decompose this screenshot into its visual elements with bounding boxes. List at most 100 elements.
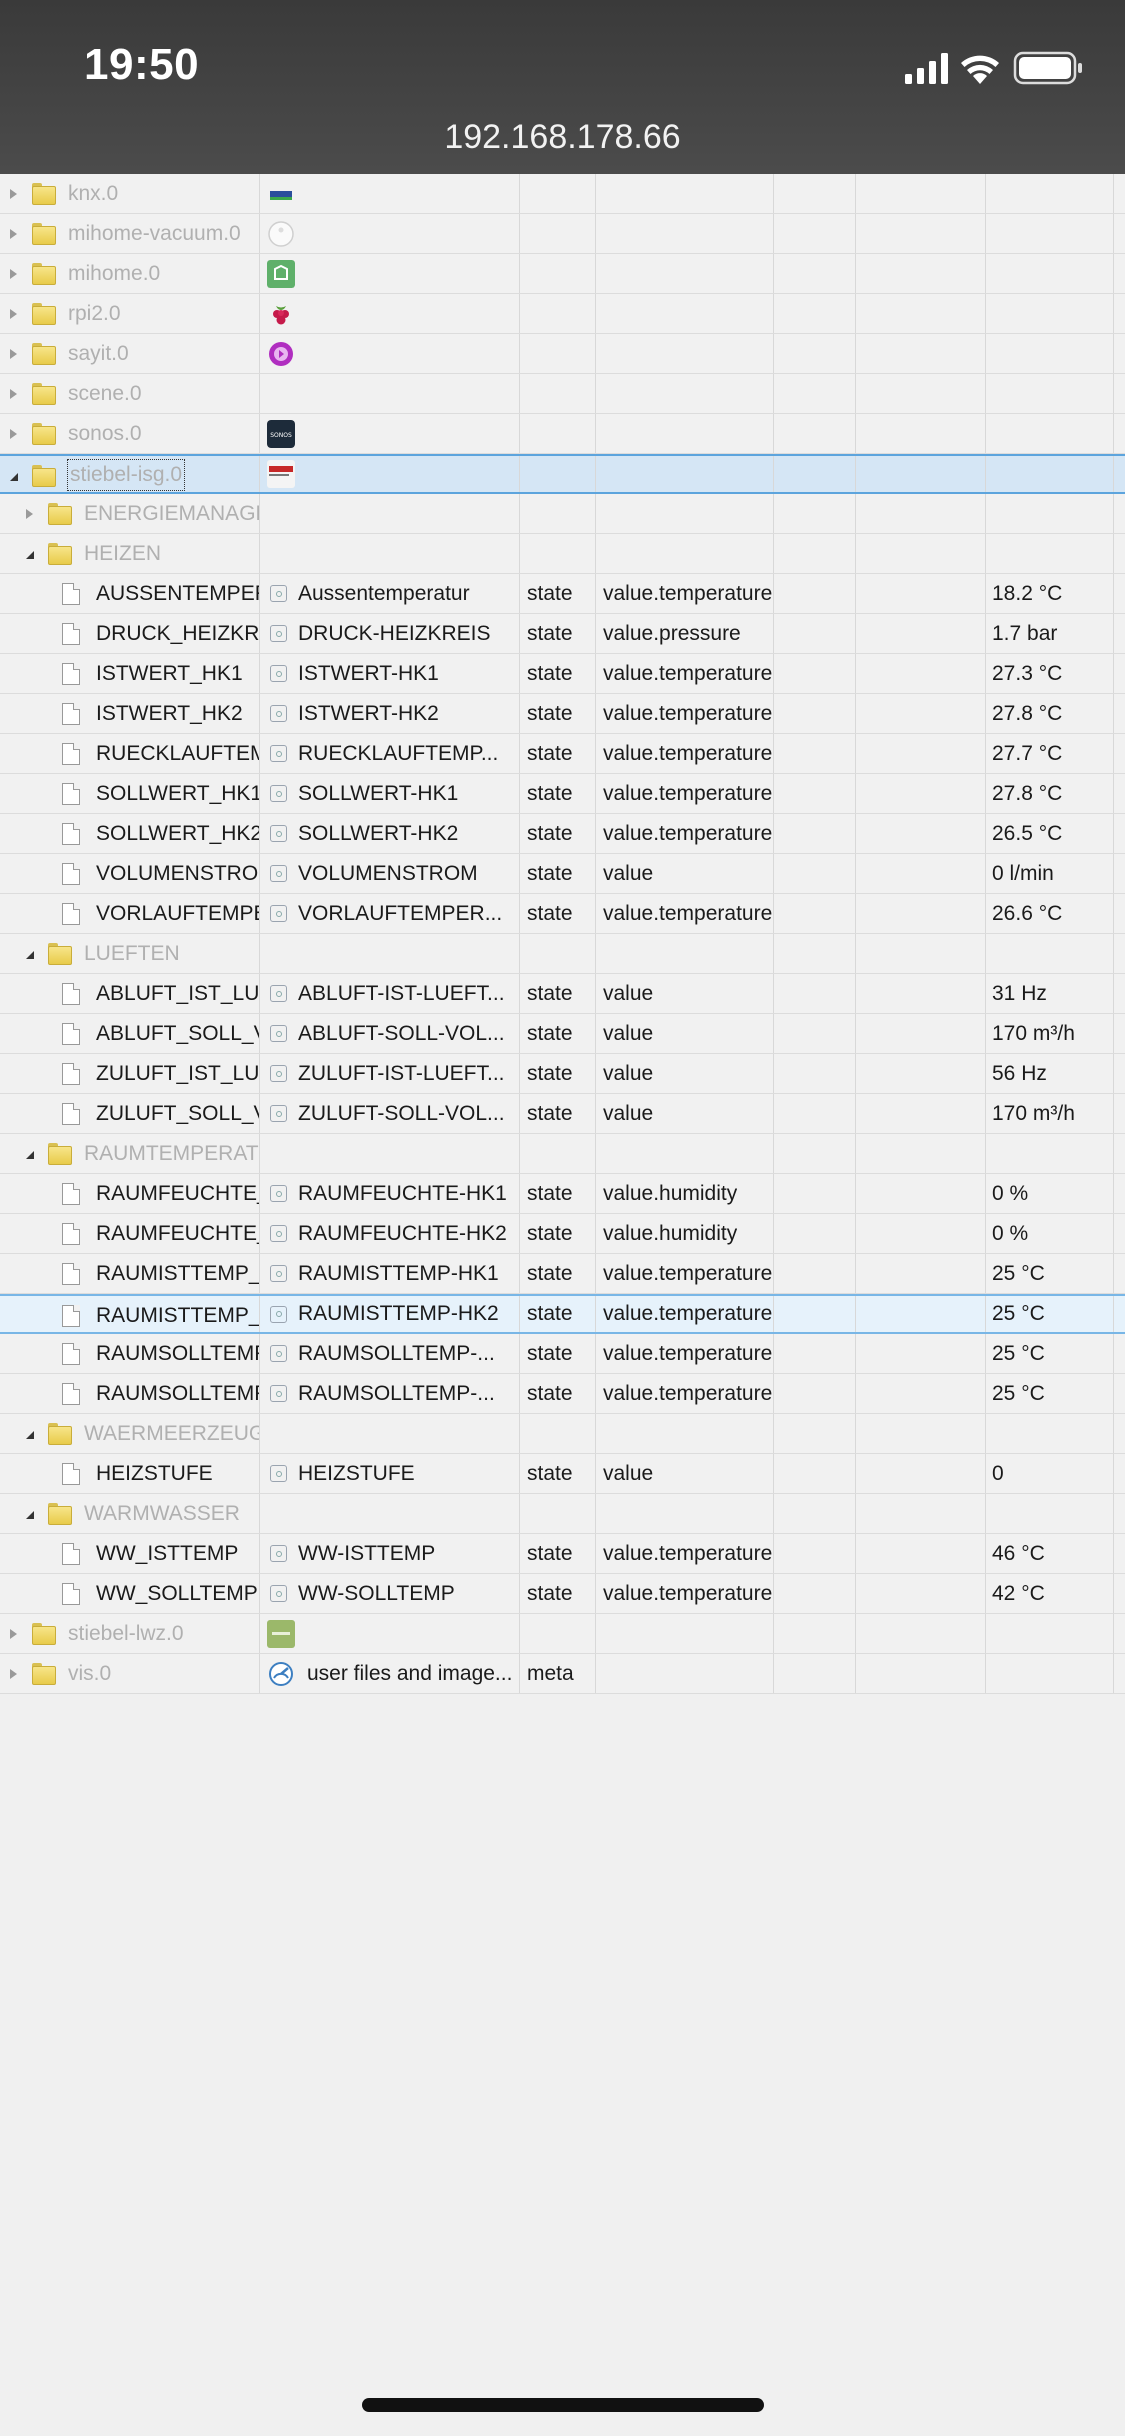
tree-folder-row[interactable]: ENERGIEMANAGEMENT — [0, 494, 1125, 534]
tree-state-row[interactable]: RAUMFEUCHTE_HK2 RAUMFEUCHTE-HK2 state value… — [0, 1214, 1125, 1254]
tree-folder-row[interactable]: stiebel-isg.0 — [0, 454, 1125, 494]
expand-toggle-icon[interactable] — [10, 429, 17, 439]
tree-state-row[interactable]: RAUMISTTEMP_HK2 RAUMISTTEMP-HK2 state value… — [0, 1294, 1125, 1334]
object-value[interactable]: 18.2 °C — [992, 582, 1062, 606]
tree-folder-row[interactable]: sonos.0 SONOS — [0, 414, 1125, 454]
object-value[interactable]: 0 — [992, 1462, 1004, 1486]
tree-state-row[interactable]: RAUMFEUCHTE_HK1 RAUMFEUCHTE-HK1 state value… — [0, 1174, 1125, 1214]
role-cell: value — [596, 1014, 774, 1053]
object-role: value.humidity — [603, 1221, 738, 1245]
expand-toggle-icon[interactable] — [10, 189, 17, 199]
tree-state-row[interactable]: DRUCK_HEIZKREIS DRUCK-HEIZKREIS state value… — [0, 614, 1125, 654]
room-cell — [774, 254, 856, 293]
folder-icon — [32, 383, 56, 405]
title-cell: RAUMISTTEMP-HK1 — [260, 1254, 520, 1293]
object-role: value.temperature — [603, 901, 773, 925]
tree-state-row[interactable]: ISTWERT_HK2 ISTWERT-HK2 state value.tempera… — [0, 694, 1125, 734]
value-cell: 170 m³/h — [986, 1094, 1114, 1133]
expand-toggle-icon[interactable] — [26, 509, 33, 519]
tree-state-row[interactable]: RUECKLAUFTEMPERATUR RUECKLAUFTEMP... state… — [0, 734, 1125, 774]
object-value[interactable]: 46 °C — [992, 1542, 1045, 1566]
object-role: value.temperature — [603, 781, 773, 805]
tree-state-row[interactable]: SOLLWERT_HK1 SOLLWERT-HK1 state value.tempe… — [0, 774, 1125, 814]
tree-state-row[interactable]: ISTWERT_HK1 ISTWERT-HK1 state value.tempera… — [0, 654, 1125, 694]
object-value[interactable]: 27.8 °C — [992, 702, 1062, 726]
expand-toggle-icon[interactable] — [10, 1629, 17, 1639]
object-role: value.temperature — [603, 1302, 773, 1325]
collapse-toggle-icon[interactable] — [26, 551, 34, 559]
tree-state-row[interactable]: RAUMSOLLTEMP_HK1 RAUMSOLLTEMP-... state val… — [0, 1334, 1125, 1374]
state-file-icon — [62, 1223, 80, 1245]
tree-folder-row[interactable]: stiebel-lwz.0 — [0, 1614, 1125, 1654]
object-value[interactable]: 42 °C — [992, 1582, 1045, 1606]
collapse-toggle-icon[interactable] — [26, 1151, 34, 1159]
tree-folder-row[interactable]: WARMWASSER — [0, 1494, 1125, 1534]
object-value[interactable]: 26.5 °C — [992, 822, 1062, 846]
tree-folder-row[interactable]: WAERMEERZEUGER — [0, 1414, 1125, 1454]
tree-state-row[interactable]: AUSSENTEMPERATUR Aussentemperatur state val… — [0, 574, 1125, 614]
object-value[interactable]: 0 l/min — [992, 862, 1054, 886]
tree-folder-row[interactable]: HEIZEN — [0, 534, 1125, 574]
tree-state-row[interactable]: RAUMSOLLTEMP_HK2 RAUMSOLLTEMP-... state val… — [0, 1374, 1125, 1414]
object-value[interactable]: 27.7 °C — [992, 742, 1062, 766]
expand-toggle-icon[interactable] — [10, 269, 17, 279]
object-value[interactable]: 27.3 °C — [992, 662, 1062, 686]
object-value[interactable]: 170 m³/h — [992, 1102, 1075, 1126]
title-cell: ZULUFT-SOLL-VOL... — [260, 1094, 520, 1133]
state-type-icon — [270, 1105, 287, 1122]
state-type-icon — [270, 825, 287, 842]
tree-state-row[interactable]: VORLAUFTEMPERATUR VORLAUFTEMPER... state va… — [0, 894, 1125, 934]
object-title: DRUCK-HEIZKREIS — [298, 621, 491, 645]
collapse-toggle-icon[interactable] — [26, 951, 34, 959]
object-value[interactable]: 26.6 °C — [992, 902, 1062, 926]
room-cell — [774, 894, 856, 933]
tree-folder-row[interactable]: vis.0 user files and image... meta — [0, 1654, 1125, 1694]
tree-folder-row[interactable]: RAUMTEMPERATUREN — [0, 1134, 1125, 1174]
tree-state-row[interactable]: ABLUFT_IST_LUEFTER ABLUFT-IST-LUEFT... sta… — [0, 974, 1125, 1014]
expand-toggle-icon[interactable] — [10, 229, 17, 239]
tree-state-row[interactable]: ZULUFT_SOLL_VOLUMEN ZULUFT-SOLL-VOL... sta… — [0, 1094, 1125, 1134]
expand-toggle-icon[interactable] — [10, 389, 17, 399]
tree-folder-row[interactable]: mihome.0 — [0, 254, 1125, 294]
object-value[interactable]: 25 °C — [992, 1382, 1045, 1406]
object-value[interactable]: 27.8 °C — [992, 782, 1062, 806]
object-name: VOLUMENSTROM — [96, 862, 260, 885]
tree-state-row[interactable]: WW_ISTTEMP WW-ISTTEMP state value.temperatu… — [0, 1534, 1125, 1574]
type-cell: state — [520, 654, 596, 693]
object-value[interactable]: 0 % — [992, 1182, 1028, 1206]
function-cell — [856, 214, 986, 253]
tree-folder-row[interactable]: sayit.0 — [0, 334, 1125, 374]
collapse-toggle-icon[interactable] — [26, 1431, 34, 1439]
expand-toggle-icon[interactable] — [10, 309, 17, 319]
object-value[interactable]: 170 m³/h — [992, 1022, 1075, 1046]
tree-folder-row[interactable]: rpi2.0 — [0, 294, 1125, 334]
object-value[interactable]: 1.7 bar — [992, 622, 1057, 646]
type-cell: state — [520, 854, 596, 893]
tree-folder-row[interactable]: mihome-vacuum.0 — [0, 214, 1125, 254]
object-value[interactable]: 25 °C — [992, 1342, 1045, 1366]
tree-folder-row[interactable]: knx.0 — [0, 174, 1125, 214]
tree-state-row[interactable]: ZULUFT_IST_LUEFTER ZULUFT-IST-LUEFT... sta… — [0, 1054, 1125, 1094]
tree-folder-row[interactable]: LUEFTEN — [0, 934, 1125, 974]
address-url[interactable]: 192.168.178.66 — [0, 118, 1125, 157]
tree-state-row[interactable]: RAUMISTTEMP_HK1 RAUMISTTEMP-HK1 state value… — [0, 1254, 1125, 1294]
tree-state-row[interactable]: SOLLWERT_HK2 SOLLWERT-HK2 state value.tempe… — [0, 814, 1125, 854]
object-value[interactable]: 31 Hz — [992, 982, 1047, 1006]
role-cell — [596, 374, 774, 413]
object-value[interactable]: 0 % — [992, 1222, 1028, 1246]
collapse-toggle-icon[interactable] — [26, 1511, 34, 1519]
home-indicator[interactable] — [362, 2398, 764, 2412]
object-value[interactable]: 25 °C — [992, 1302, 1045, 1326]
tree-folder-row[interactable]: scene.0 — [0, 374, 1125, 414]
collapse-toggle-icon[interactable] — [10, 473, 18, 481]
tree-state-row[interactable]: ABLUFT_SOLL_VOLUMEN ABLUFT-SOLL-VOL... sta… — [0, 1014, 1125, 1054]
role-cell — [596, 254, 774, 293]
object-value[interactable]: 25 °C — [992, 1262, 1045, 1286]
tree-state-row[interactable]: HEIZSTUFE HEIZSTUFE state value 0 — [0, 1454, 1125, 1494]
object-value[interactable]: 56 Hz — [992, 1062, 1047, 1086]
room-cell — [774, 334, 856, 373]
tree-state-row[interactable]: WW_SOLLTEMP WW-SOLLTEMP state value.tempera… — [0, 1574, 1125, 1614]
tree-state-row[interactable]: VOLUMENSTROM VOLUMENSTROM state value 0 l/mi… — [0, 854, 1125, 894]
expand-toggle-icon[interactable] — [10, 349, 17, 359]
expand-toggle-icon[interactable] — [10, 1669, 17, 1679]
